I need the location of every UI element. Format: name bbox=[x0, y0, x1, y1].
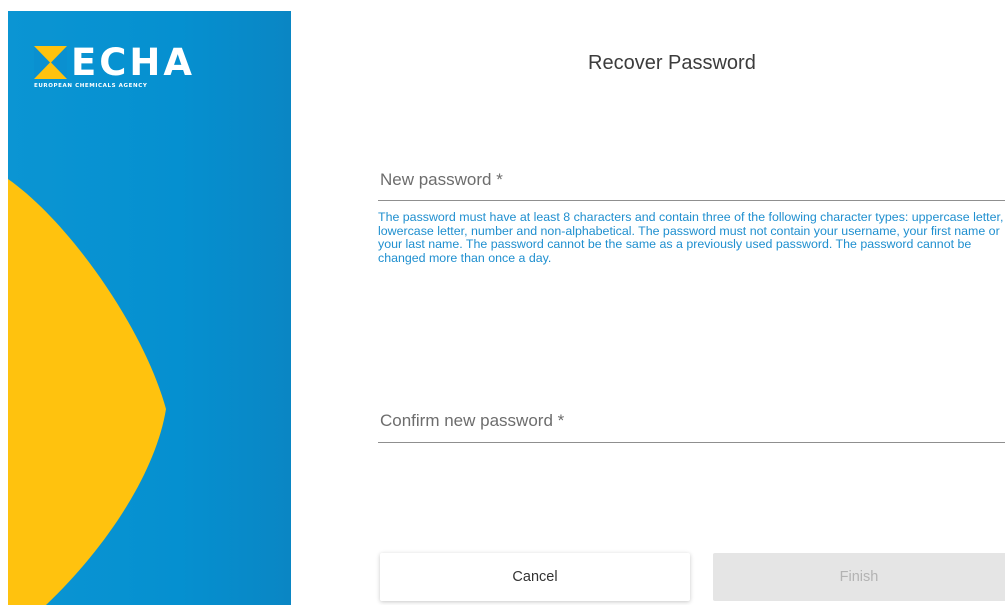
brand-panel: ECHA EUROPEAN CHEMICALS AGENCY bbox=[8, 11, 291, 605]
logo-tagline: EUROPEAN CHEMICALS AGENCY bbox=[34, 83, 148, 89]
brand-yellow-shape bbox=[8, 179, 166, 605]
finish-button[interactable]: Finish bbox=[713, 553, 1005, 601]
cancel-button[interactable]: Cancel bbox=[380, 553, 690, 601]
confirm-password-field[interactable] bbox=[378, 400, 1005, 443]
echa-logo: ECHA EUROPEAN CHEMICALS AGENCY bbox=[34, 41, 196, 89]
password-requirements-hint: The password must have at least 8 charac… bbox=[378, 210, 1004, 265]
logo-wordmark: ECHA bbox=[71, 41, 196, 84]
recover-password-page: ECHA EUROPEAN CHEMICALS AGENCY Recover P… bbox=[0, 0, 1005, 605]
confirm-password-input[interactable] bbox=[378, 400, 990, 442]
new-password-input[interactable] bbox=[378, 160, 990, 200]
new-password-field[interactable] bbox=[378, 160, 1005, 201]
echa-logo-mark-icon bbox=[34, 46, 67, 79]
page-title: Recover Password bbox=[588, 52, 756, 74]
